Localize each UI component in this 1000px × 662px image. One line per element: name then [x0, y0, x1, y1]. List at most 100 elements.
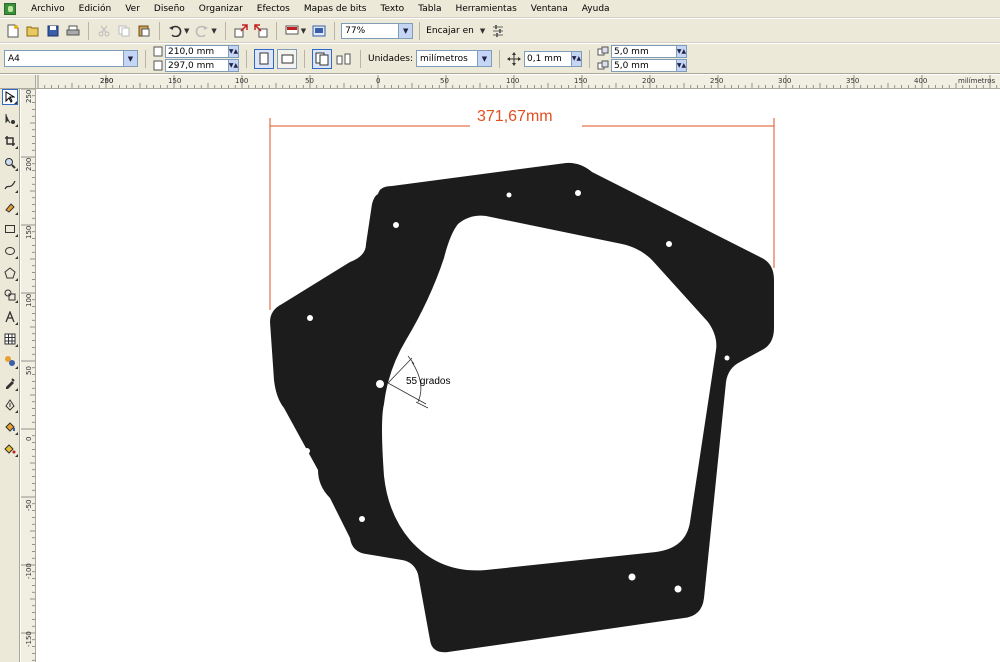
- chevron-down-icon[interactable]: ▼: [477, 51, 491, 66]
- hole[interactable]: [674, 585, 682, 593]
- zoom-level-value: 77%: [345, 25, 366, 36]
- shape-tool[interactable]: [2, 111, 18, 127]
- units-combo[interactable]: milímetros ▼: [416, 50, 492, 67]
- standard-toolbar: ▼ ▼ ▼ 77% ▼ Encajar en ▼: [0, 19, 1000, 43]
- spinner-icon[interactable]: ▼▲: [676, 46, 686, 57]
- nudge-distance-value: 0,1 mm: [527, 53, 562, 64]
- all-pages-button[interactable]: [312, 48, 332, 69]
- zoom-level-combo[interactable]: 77% ▼: [341, 22, 414, 39]
- redo-icon[interactable]: [193, 22, 211, 40]
- interactive-blend-tool[interactable]: [2, 353, 18, 369]
- smart-fill-tool[interactable]: [2, 199, 18, 215]
- menu-diseno[interactable]: Diseño: [147, 1, 192, 17]
- hole[interactable]: [393, 222, 399, 228]
- toolbar-separator: [145, 49, 146, 68]
- spinner-icon[interactable]: ▼▲: [571, 51, 581, 66]
- spinner-icon[interactable]: ▼▲: [228, 46, 238, 57]
- vertical-ruler[interactable]: 250 200 150 100 50 0 -50 -100 -150: [21, 89, 36, 662]
- ruler-label: 100: [25, 294, 33, 307]
- zoom-tool[interactable]: [2, 155, 18, 171]
- rectangle-tool[interactable]: [2, 221, 18, 237]
- hole[interactable]: [376, 380, 384, 388]
- page-width-field[interactable]: 210,0 mm ▼▲: [165, 45, 239, 58]
- pick-tool[interactable]: [2, 89, 18, 105]
- menu-tabla[interactable]: Tabla: [411, 1, 448, 17]
- hole[interactable]: [304, 448, 310, 454]
- landscape-page-button[interactable]: [277, 48, 297, 69]
- paste-icon[interactable]: [135, 22, 153, 40]
- duplicate-x-value: 5,0 mm: [614, 46, 649, 57]
- crop-tool[interactable]: [2, 133, 18, 149]
- duplicate-distance: 5,0 mm ▼▲ 5,0 mm ▼▲: [597, 45, 687, 72]
- menu-mapas-de-bits[interactable]: Mapas de bits: [297, 1, 374, 17]
- horizontal-ruler[interactable]: 250 200 150 100 50 0 50 100 150 200 250 …: [36, 75, 1000, 89]
- print-icon[interactable]: [64, 22, 82, 40]
- menu-archivo[interactable]: Archivo: [24, 1, 72, 17]
- table-tool[interactable]: [2, 331, 18, 347]
- menu-organizar[interactable]: Organizar: [192, 1, 250, 17]
- options-icon[interactable]: [489, 22, 507, 40]
- hole[interactable]: [628, 573, 636, 581]
- menu-efectos[interactable]: Efectos: [250, 1, 297, 17]
- hole[interactable]: [724, 355, 730, 361]
- outline-pen-tool[interactable]: [2, 397, 18, 413]
- polygon-tool[interactable]: [2, 265, 18, 281]
- hole[interactable]: [359, 516, 365, 522]
- toolbar-separator: [159, 21, 160, 40]
- redo-dropdown-icon[interactable]: ▼: [211, 27, 216, 35]
- cut-icon[interactable]: [95, 22, 113, 40]
- dimension-label[interactable]: 371,67mm: [477, 108, 553, 125]
- chevron-down-icon[interactable]: ▼: [398, 23, 413, 38]
- application-launcher-icon[interactable]: [283, 22, 301, 40]
- snap-dropdown-icon[interactable]: ▼: [480, 27, 485, 35]
- menu-ayuda[interactable]: Ayuda: [575, 1, 617, 17]
- chevron-down-icon[interactable]: ▼: [123, 51, 137, 66]
- portrait-page-button[interactable]: [254, 48, 274, 69]
- menu-texto[interactable]: Texto: [373, 1, 411, 17]
- ruler-label: 50: [305, 77, 314, 85]
- open-folder-icon[interactable]: [24, 22, 42, 40]
- new-document-icon[interactable]: [4, 22, 22, 40]
- menu-herramientas[interactable]: Herramientas: [448, 1, 523, 17]
- freehand-tool[interactable]: [2, 177, 18, 193]
- text-tool[interactable]: [2, 309, 18, 325]
- menu-edicion[interactable]: Edición: [72, 1, 119, 17]
- mechanical-part[interactable]: [270, 162, 774, 653]
- interactive-fill-tool[interactable]: [2, 441, 18, 457]
- ellipse-icon: [5, 247, 15, 255]
- spinner-icon[interactable]: ▼▲: [228, 60, 238, 71]
- eyedropper-tool[interactable]: [2, 375, 18, 391]
- save-icon[interactable]: [44, 22, 62, 40]
- hole[interactable]: [506, 192, 512, 198]
- duplicate-x-field[interactable]: 5,0 mm ▼▲: [611, 45, 687, 58]
- drawing-canvas[interactable]: 371,67mm 55 grados: [37, 90, 1000, 662]
- undo-icon[interactable]: [166, 22, 184, 40]
- current-page-icon[interactable]: [335, 50, 353, 68]
- menu-ventana[interactable]: Ventana: [524, 1, 575, 17]
- hole[interactable]: [575, 190, 581, 196]
- ruler-origin-corner[interactable]: [0, 75, 36, 89]
- ellipse-tool[interactable]: [2, 243, 18, 259]
- basic-shapes-tool[interactable]: [2, 287, 18, 303]
- ruler-label: 200: [100, 77, 113, 85]
- paper-size-combo[interactable]: A4 ▼: [4, 50, 138, 67]
- app-icon[interactable]: [4, 2, 16, 15]
- welcome-screen-icon[interactable]: [310, 22, 328, 40]
- hole[interactable]: [307, 315, 313, 321]
- undo-dropdown-icon[interactable]: ▼: [184, 27, 189, 35]
- nudge-distance-field[interactable]: 0,1 mm ▼▲: [524, 50, 582, 67]
- hole[interactable]: [666, 241, 672, 247]
- menu-ver[interactable]: Ver: [118, 1, 147, 17]
- fill-tool[interactable]: [2, 419, 18, 435]
- import-icon[interactable]: [232, 22, 250, 40]
- page-height-field[interactable]: 297,0 mm ▼▲: [165, 59, 239, 72]
- angle-label[interactable]: 55 grados: [406, 376, 450, 387]
- spinner-icon[interactable]: ▼▲: [676, 60, 686, 71]
- copy-icon[interactable]: [115, 22, 133, 40]
- duplicate-y-field[interactable]: 5,0 mm ▼▲: [611, 59, 687, 72]
- property-bar: A4 ▼ 210,0 mm ▼▲ 297,0 mm ▼▲ Unidades: m…: [0, 44, 1000, 74]
- snap-to-label[interactable]: Encajar en: [426, 26, 474, 36]
- export-icon[interactable]: [252, 22, 270, 40]
- launcher-dropdown-icon[interactable]: ▼: [301, 27, 306, 35]
- ruler-label: 200: [642, 77, 655, 85]
